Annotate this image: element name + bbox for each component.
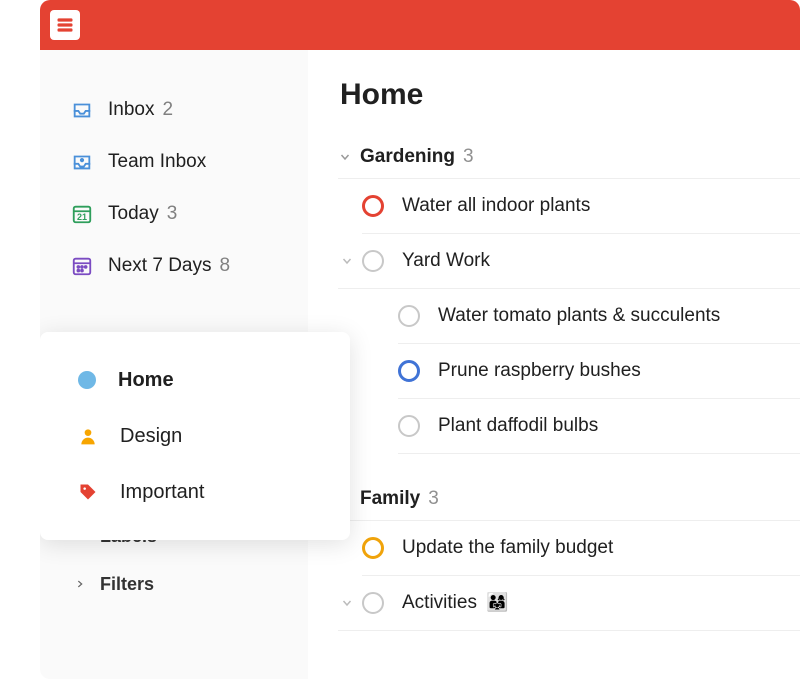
task-title: Yard Work	[402, 250, 490, 272]
inbox-icon	[70, 98, 94, 122]
section-header-gardening[interactable]: Gardening 3	[338, 132, 800, 179]
task-checkbox[interactable]	[362, 195, 384, 217]
chevron-right-icon	[74, 578, 86, 590]
task-title-text: Activities	[402, 592, 477, 613]
project-item-design[interactable]: Design	[40, 408, 350, 464]
task-title: Water all indoor plants	[402, 195, 590, 217]
task-title: Prune raspberry bushes	[438, 360, 641, 382]
sidebar-item-count: 8	[219, 255, 230, 277]
project-label: Home	[118, 369, 174, 392]
app-window: Inbox 2 Team Inbox 21 Today 3	[40, 0, 800, 679]
task-title: Update the family budget	[402, 537, 613, 559]
tag-icon	[78, 482, 98, 502]
sidebar-item-label: Next 7 Days	[108, 255, 211, 277]
calendar-icon	[70, 254, 94, 278]
sidebar-item-label: Inbox	[108, 99, 154, 121]
task-checkbox[interactable]	[362, 537, 384, 559]
task-row[interactable]: Water tomato plants & succulents	[398, 289, 800, 344]
task-row-parent[interactable]: Activities 👨‍👩‍👧	[338, 576, 800, 631]
section-name: Gardening	[360, 146, 455, 168]
section-name: Family	[360, 488, 420, 510]
chevron-down-icon[interactable]	[340, 597, 354, 609]
sidebar-item-count: 3	[167, 203, 178, 225]
sidebar-item-inbox[interactable]: Inbox 2	[40, 84, 308, 136]
sidebar-group-label: Filters	[100, 574, 154, 595]
sidebar-item-label: Today	[108, 203, 159, 225]
main-layout: Inbox 2 Team Inbox 21 Today 3	[40, 50, 800, 679]
task-row[interactable]: Update the family budget	[362, 521, 800, 576]
person-icon	[78, 426, 98, 446]
task-row-parent[interactable]: Yard Work	[338, 234, 800, 289]
project-label: Design	[120, 425, 182, 448]
task-checkbox[interactable]	[362, 250, 384, 272]
task-title: Plant daffodil bulbs	[438, 415, 598, 437]
family-emoji-icon: 👨‍👩‍👧	[486, 592, 508, 612]
top-bar	[40, 0, 800, 50]
task-checkbox[interactable]	[398, 305, 420, 327]
content-pane: Home Gardening 3 Water all indoor plants…	[308, 50, 800, 679]
sidebar-item-team-inbox[interactable]: Team Inbox	[40, 136, 308, 188]
today-date: 21	[77, 212, 87, 222]
task-title: Water tomato plants & succulents	[438, 305, 720, 327]
project-color-dot	[78, 371, 96, 389]
task-row[interactable]: Water all indoor plants	[362, 179, 800, 234]
sidebar-item-today[interactable]: 21 Today 3	[40, 188, 308, 240]
project-item-important[interactable]: Important	[40, 464, 350, 520]
projects-popover: Home Design Important	[40, 332, 350, 540]
task-checkbox[interactable]	[398, 415, 420, 437]
app-logo-icon[interactable]	[50, 10, 80, 40]
chevron-down-icon[interactable]	[338, 151, 352, 163]
chevron-down-icon[interactable]	[340, 255, 354, 267]
task-checkbox[interactable]	[362, 592, 384, 614]
sidebar-item-next7days[interactable]: Next 7 Days 8	[40, 240, 308, 292]
task-row[interactable]: Prune raspberry bushes	[398, 344, 800, 399]
section-count: 3	[463, 146, 474, 168]
project-label: Important	[120, 481, 204, 504]
section-header-family[interactable]: Family 3	[338, 474, 800, 521]
sidebar-item-count: 2	[162, 99, 173, 121]
team-inbox-icon	[70, 150, 94, 174]
page-title: Home	[340, 78, 800, 112]
task-checkbox[interactable]	[398, 360, 420, 382]
project-item-home[interactable]: Home	[40, 352, 350, 408]
task-row[interactable]: Plant daffodil bulbs	[398, 399, 800, 454]
sidebar-item-label: Team Inbox	[108, 151, 206, 173]
today-icon: 21	[70, 202, 94, 226]
section-count: 3	[428, 488, 439, 510]
sidebar-group-filters[interactable]: Filters	[40, 560, 308, 608]
sidebar: Inbox 2 Team Inbox 21 Today 3	[40, 50, 308, 679]
task-title: Activities 👨‍👩‍👧	[402, 592, 509, 614]
